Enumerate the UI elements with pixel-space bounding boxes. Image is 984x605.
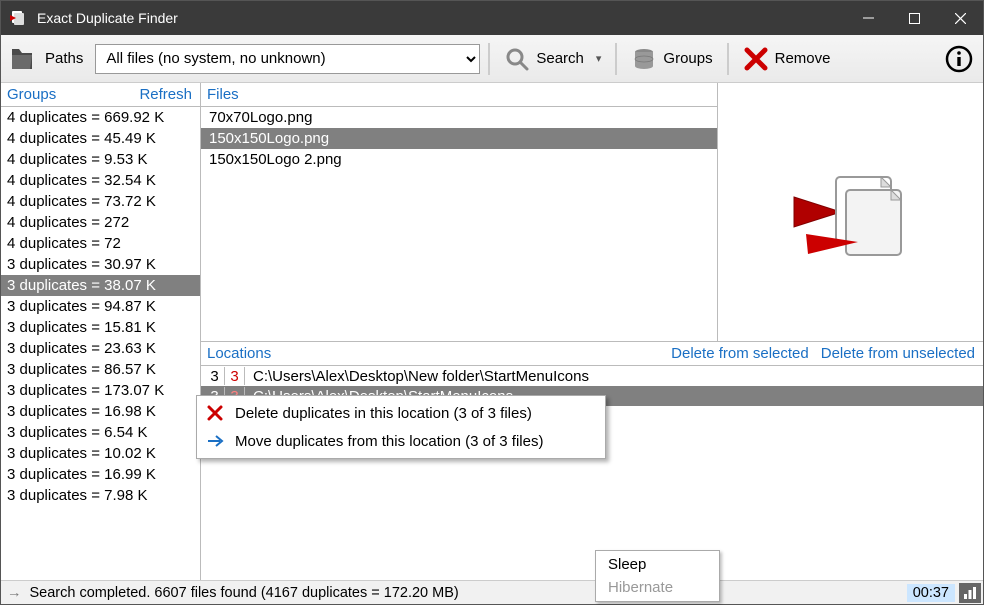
app-icon xyxy=(9,9,27,27)
delete-x-icon xyxy=(205,403,225,423)
titlebar: Exact Duplicate Finder xyxy=(1,1,983,35)
preview-image xyxy=(786,162,916,262)
loc-dup: 3 xyxy=(227,368,242,385)
search-icon xyxy=(504,46,530,72)
move-arrow-icon xyxy=(205,431,225,451)
close-button[interactable] xyxy=(937,1,983,35)
group-item[interactable]: 3 duplicates = 94.87 K xyxy=(1,296,200,317)
group-item[interactable]: 4 duplicates = 9.53 K xyxy=(1,149,200,170)
files-panel: Files 70x70Logo.png150x150Logo.png150x15… xyxy=(201,83,718,341)
remove-x-icon xyxy=(743,46,769,72)
status-time: 00:37 xyxy=(907,584,955,602)
toolbar: Paths All files (no system, no unknown) … xyxy=(1,35,983,83)
group-item[interactable]: 4 duplicates = 72 xyxy=(1,233,200,254)
groups-list[interactable]: 4 duplicates = 669.92 K4 duplicates = 45… xyxy=(1,107,200,580)
database-icon xyxy=(631,46,657,72)
status-text: Search completed. 6607 files found (4167… xyxy=(30,585,459,601)
group-item[interactable]: 3 duplicates = 30.97 K xyxy=(1,254,200,275)
groups-button[interactable]: Groups xyxy=(625,42,718,76)
status-chart-button[interactable] xyxy=(959,583,981,603)
location-context-menu: Delete duplicates in this location (3 of… xyxy=(196,395,606,459)
files-list[interactable]: 70x70Logo.png150x150Logo.png150x150Logo … xyxy=(201,107,717,341)
group-item[interactable]: 4 duplicates = 32.54 K xyxy=(1,170,200,191)
location-row[interactable]: 33 C:\Users\Alex\Desktop\New folder\Start… xyxy=(201,366,983,386)
groups-panel: Groups Refresh 4 duplicates = 669.92 K4 … xyxy=(1,83,201,580)
group-item[interactable]: 4 duplicates = 45.49 K xyxy=(1,128,200,149)
groups-label: Groups xyxy=(663,50,712,67)
group-item[interactable]: 4 duplicates = 272 xyxy=(1,212,200,233)
context-delete-label: Delete duplicates in this location (3 of… xyxy=(235,405,532,422)
power-menu: Sleep Hibernate xyxy=(595,550,720,602)
group-item[interactable]: 4 duplicates = 669.92 K xyxy=(1,107,200,128)
delete-from-selected-link[interactable]: Delete from selected xyxy=(671,345,809,362)
preview-panel xyxy=(718,83,983,341)
file-item[interactable]: 150x150Logo.png xyxy=(201,128,717,149)
app-title: Exact Duplicate Finder xyxy=(37,10,178,26)
refresh-link[interactable]: Refresh xyxy=(139,86,192,103)
search-label: Search xyxy=(536,50,584,67)
locations-panel: Locations Delete from selected Delete fr… xyxy=(201,342,983,580)
group-item[interactable]: 3 duplicates = 86.57 K xyxy=(1,359,200,380)
group-item[interactable]: 3 duplicates = 6.54 K xyxy=(1,422,200,443)
files-header: Files xyxy=(207,86,239,103)
groups-header: Groups xyxy=(7,86,56,103)
info-button[interactable] xyxy=(943,43,975,75)
context-move-duplicates[interactable]: Move duplicates from this location (3 of… xyxy=(199,427,603,455)
context-move-label: Move duplicates from this location (3 of… xyxy=(235,433,543,450)
folder-icon xyxy=(9,44,35,74)
loc-path: C:\Users\Alex\Desktop\New folder\StartMe… xyxy=(253,368,589,385)
file-item[interactable]: 150x150Logo 2.png xyxy=(201,149,717,170)
remove-button[interactable]: Remove xyxy=(737,42,837,76)
group-item[interactable]: 3 duplicates = 10.02 K xyxy=(1,443,200,464)
group-item[interactable]: 3 duplicates = 38.07 K xyxy=(1,275,200,296)
group-item[interactable]: 3 duplicates = 173.07 K xyxy=(1,380,200,401)
group-item[interactable]: 3 duplicates = 15.81 K xyxy=(1,317,200,338)
remove-label: Remove xyxy=(775,50,831,67)
group-item[interactable]: 3 duplicates = 16.98 K xyxy=(1,401,200,422)
sleep-menu-item[interactable]: Sleep xyxy=(598,553,717,576)
statusbar: → Search completed. 6607 files found (41… xyxy=(1,580,983,604)
group-item[interactable]: 3 duplicates = 16.99 K xyxy=(1,464,200,485)
hibernate-menu-item[interactable]: Hibernate xyxy=(598,576,717,599)
search-button[interactable]: Search xyxy=(498,42,607,76)
group-item[interactable]: 3 duplicates = 7.98 K xyxy=(1,485,200,506)
paths-filter-select[interactable]: All files (no system, no unknown) xyxy=(95,44,480,74)
minimize-button[interactable] xyxy=(845,1,891,35)
status-arrow-icon: → xyxy=(7,585,22,601)
group-item[interactable]: 3 duplicates = 23.63 K xyxy=(1,338,200,359)
loc-total: 3 xyxy=(207,368,222,385)
paths-label: Paths xyxy=(45,50,83,67)
context-delete-duplicates[interactable]: Delete duplicates in this location (3 of… xyxy=(199,399,603,427)
file-item[interactable]: 70x70Logo.png xyxy=(201,107,717,128)
locations-header: Locations xyxy=(207,345,271,362)
group-item[interactable]: 4 duplicates = 73.72 K xyxy=(1,191,200,212)
maximize-button[interactable] xyxy=(891,1,937,35)
delete-from-unselected-link[interactable]: Delete from unselected xyxy=(821,345,975,362)
